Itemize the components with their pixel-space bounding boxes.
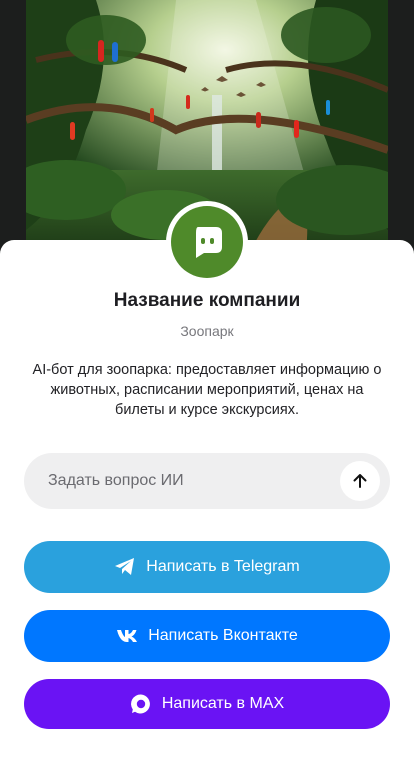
- company-category: Зоопарк: [180, 323, 234, 339]
- telegram-icon: [114, 557, 136, 577]
- write-max-label: Написать в MAX: [161, 695, 285, 712]
- company-avatar: [166, 201, 248, 283]
- write-vk-button[interactable]: Написать Вконтакте: [24, 610, 390, 662]
- ask-ai-input[interactable]: [48, 453, 328, 509]
- ask-ai-box: [24, 453, 390, 509]
- write-max-button[interactable]: Написать в MAX: [24, 679, 390, 729]
- company-name: Название компании: [113, 290, 301, 311]
- arrow-up-icon: [353, 474, 367, 488]
- chat-bot-icon: [171, 206, 243, 278]
- write-telegram-button[interactable]: Написать в Telegram: [24, 541, 390, 593]
- write-telegram-label: Написать в Telegram: [146, 558, 300, 575]
- company-description: AI-бот для зоопарка: предоставляет инфор…: [32, 362, 382, 418]
- write-vk-label: Написать Вконтакте: [148, 627, 298, 644]
- send-question-button[interactable]: [340, 461, 380, 501]
- max-icon: [130, 693, 152, 715]
- vk-icon: [116, 629, 138, 643]
